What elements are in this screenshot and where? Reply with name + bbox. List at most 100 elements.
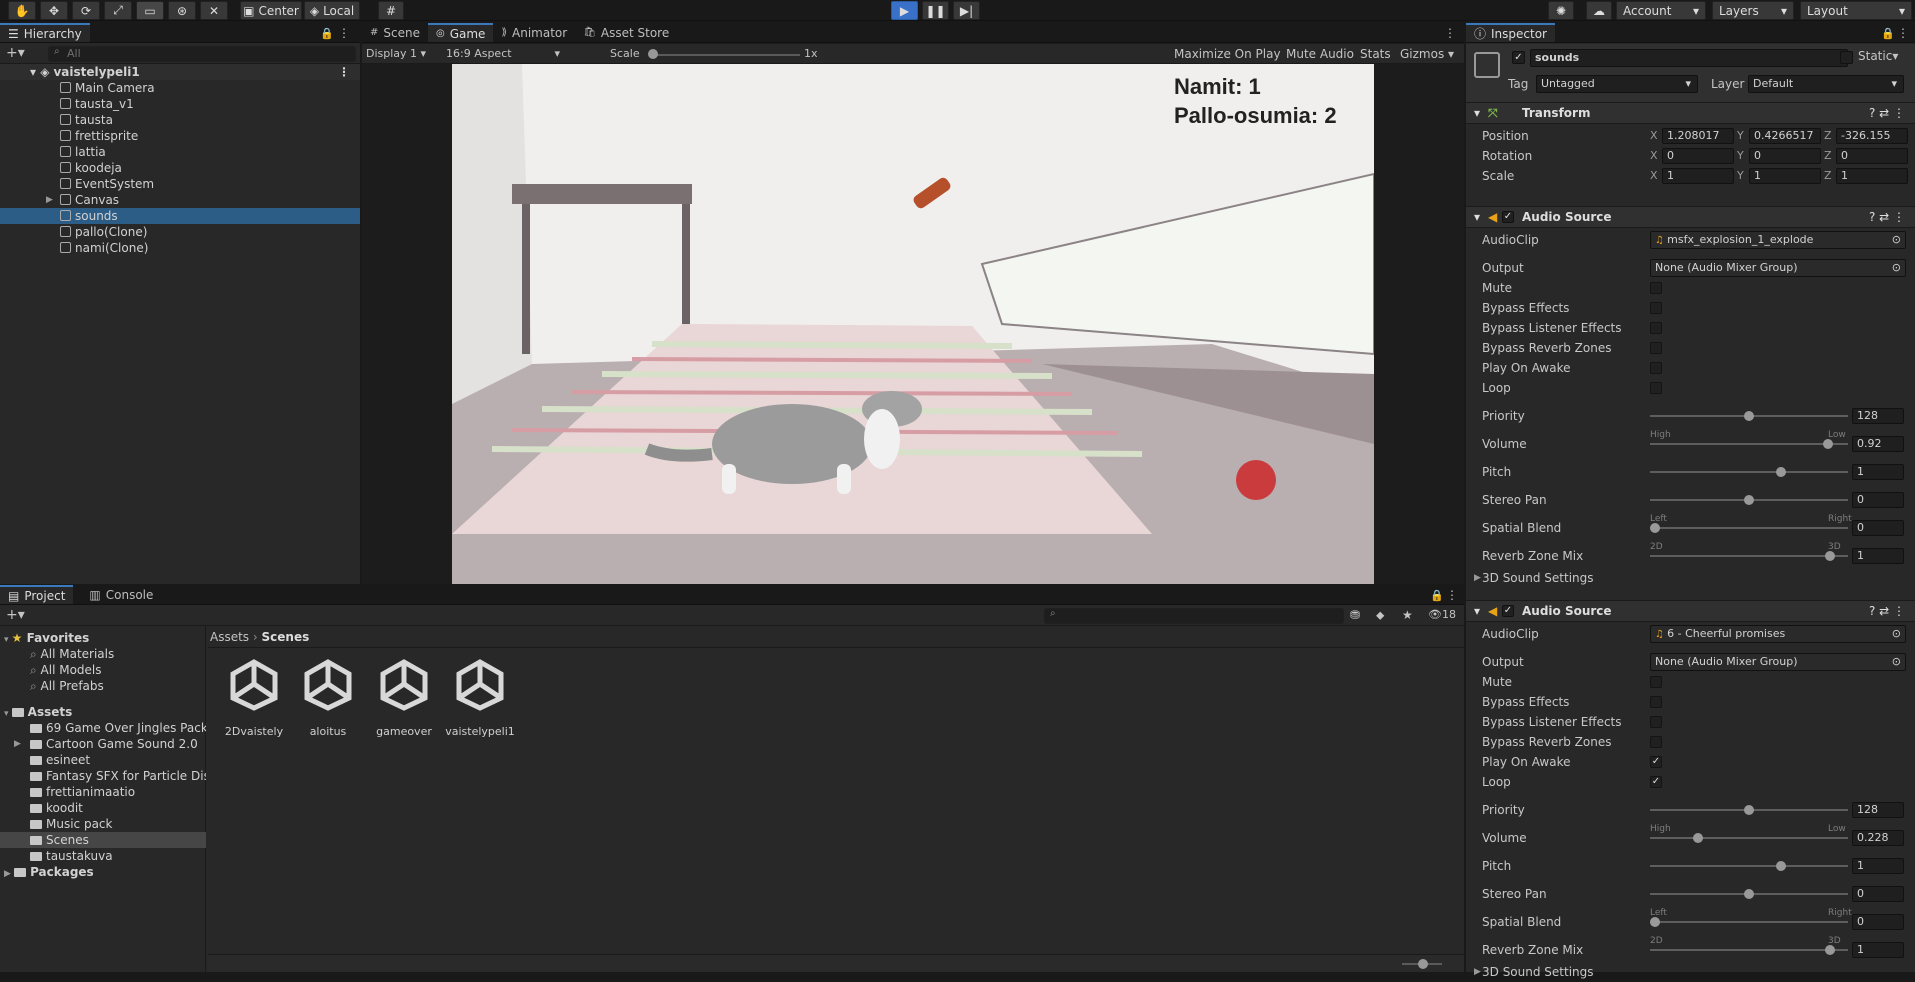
more-menu-icon[interactable]: ⋮ [1897,26,1909,40]
filter-label-icon[interactable]: ⬥ [1376,608,1384,623]
hidden-packages-toggle[interactable]: 👁18 [1428,608,1456,621]
add-button[interactable]: +▾ [6,45,25,61]
bypass-listener-checkbox[interactable] [1650,322,1662,334]
lock-icon[interactable]: 🔒 [1881,27,1895,40]
scale-tool-icon[interactable]: ⤢ [104,1,132,20]
more-menu-icon[interactable]: ⋮ [1446,588,1458,602]
custom-tool-icon[interactable]: ✕ [200,1,228,20]
folder-item[interactable]: 69 Game Over Jingles Pack [0,720,206,736]
pan-input[interactable]: 0 [1852,492,1904,508]
enabled-checkbox[interactable]: ✓ [1502,605,1514,617]
tab-scene[interactable]: # Scene [362,23,428,42]
folder-item[interactable]: frettianimaatio [0,784,206,800]
folder-item[interactable]: Scenes [0,832,206,848]
pitch-input[interactable]: 1 [1852,858,1904,874]
reverb-slider[interactable] [1650,555,1848,557]
more-menu-icon[interactable]: ⋮ [1444,26,1456,40]
more-menu-icon[interactable]: ⋮ [338,26,350,40]
tab-console[interactable]: ▥ Console [81,585,161,604]
tab-game[interactable]: ◎ Game [427,23,494,42]
scene-asset[interactable]: aloitus [292,658,364,738]
assets-header[interactable]: ▾ Assets [4,704,72,720]
lock-icon[interactable]: 🔒 [1430,589,1444,602]
scene-asset[interactable]: gameover [368,658,440,738]
transform-rotation-z-input[interactable]: 0 [1836,148,1908,164]
folder-item[interactable]: Music pack [0,816,206,832]
hand-tool-icon[interactable]: ✋ [8,1,36,20]
pitch-slider[interactable] [1650,471,1848,473]
favorite-star-icon[interactable]: ★ [1402,608,1413,622]
priority-slider-knob[interactable] [1744,805,1754,815]
scale-slider-knob[interactable] [648,49,658,59]
hierarchy-item[interactable]: tausta [0,112,360,128]
breadcrumb-scenes[interactable]: Scenes [262,630,310,644]
layout-dropdown[interactable]: Layout ▾ [1800,1,1912,20]
transform-rotation-y-input[interactable]: 0 [1749,148,1821,164]
services-icon[interactable]: ✺ [1548,1,1574,20]
play-on-awake-checkbox[interactable] [1650,362,1662,374]
component-menu-icons[interactable]: ? ⇄ ⋮ [1869,103,1905,123]
transform-scale-x-input[interactable]: 1 [1662,168,1734,184]
hierarchy-item[interactable]: ▶ Canvas [0,192,360,208]
static-dropdown[interactable]: Static▾ [1858,49,1898,63]
spatial-slider[interactable] [1650,527,1848,529]
filter-type-icon[interactable]: ⛃ [1350,608,1360,622]
component-menu-icons[interactable]: ? ⇄ ⋮ [1869,207,1905,227]
pan-slider-knob[interactable] [1744,889,1754,899]
account-dropdown[interactable]: Account ▾ [1616,1,1706,20]
reverb-input[interactable]: 1 [1852,548,1904,564]
enabled-checkbox[interactable]: ✓ [1502,211,1514,223]
play-on-awake-checkbox[interactable]: ✓ [1650,756,1662,768]
bypass-effects-checkbox[interactable] [1650,696,1662,708]
pan-input[interactable]: 0 [1852,886,1904,902]
icon-size-knob[interactable] [1418,959,1428,969]
spatial-input[interactable]: 0 [1852,914,1904,930]
mute-checkbox[interactable] [1650,282,1662,294]
hierarchy-item[interactable]: pallo(Clone) [0,224,360,240]
spatial-input[interactable]: 0 [1852,520,1904,536]
scene-asset[interactable]: 2Dvaistely [218,658,290,738]
volume-slider-knob[interactable] [1692,833,1703,843]
object-picker-icon[interactable]: ⊙ [1892,232,1901,248]
maximize-on-play-toggle[interactable]: Maximize On Play [1174,47,1281,61]
tab-inspector[interactable]: ⓘ Inspector [1466,23,1555,42]
pitch-slider-knob[interactable] [1775,861,1786,871]
pivot-local-button[interactable]: ◈ Local [304,1,360,20]
folder-item[interactable]: taustakuva [0,848,206,864]
tab-animator[interactable]: ⟫ Animator [493,23,575,42]
component-menu-icons[interactable]: ? ⇄ ⋮ [1869,601,1905,621]
pitch-input[interactable]: 1 [1852,464,1904,480]
transform-scale-z-input[interactable]: 1 [1836,168,1908,184]
scene-root[interactable]: ▾ ◈ vaistelypeli1 ⋮ [0,64,360,80]
folder-item[interactable]: ▶ Cartoon Game Sound 2.0 [0,736,206,752]
pitch-slider-knob[interactable] [1775,467,1786,477]
create-button[interactable]: +▾ [6,607,25,623]
object-picker-icon[interactable]: ⊙ [1892,654,1901,670]
mute-audio-toggle[interactable]: Mute Audio [1286,47,1354,61]
favorite-item[interactable]: ⌕ All Models [30,662,102,678]
display-dropdown[interactable]: Display 1 ▾ [366,47,426,60]
active-checkbox[interactable]: ✓ [1512,51,1525,64]
transform-header[interactable]: ▾ ⤧ Transform ? ⇄ ⋮ [1466,102,1915,124]
folder-item[interactable]: koodit [0,800,206,816]
step-button[interactable]: ▶| [953,1,980,20]
volume-slider[interactable] [1650,837,1848,839]
grid-snap-icon[interactable]: # [378,1,404,20]
tab-asset-store[interactable]: 🛍 Asset Store [575,23,677,42]
hierarchy-item[interactable]: sounds [0,208,360,224]
aspect-dropdown[interactable]: 16:9 Aspect ▾ [446,47,560,60]
bypass-reverb-checkbox[interactable] [1650,342,1662,354]
bypass-effects-checkbox[interactable] [1650,302,1662,314]
breadcrumb-assets[interactable]: Assets [210,630,249,644]
hierarchy-item[interactable]: EventSystem [0,176,360,192]
object-picker-icon[interactable]: ⊙ [1892,260,1901,276]
audio-source-header[interactable]: ▾ ◀ ✓ Audio Source ? ⇄ ⋮ [1466,206,1915,228]
hierarchy-item[interactable]: lattia [0,144,360,160]
foldout-arrow-icon[interactable]: ▶ [46,192,53,208]
reverb-slider-knob[interactable] [1824,551,1835,561]
loop-checkbox[interactable] [1650,382,1662,394]
folder-item[interactable]: Fantasy SFX for Particle Dis [0,768,206,784]
tab-hierarchy[interactable]: ☰ Hierarchy [0,23,90,42]
layers-dropdown[interactable]: Layers ▾ [1712,1,1794,20]
mute-checkbox[interactable] [1650,676,1662,688]
